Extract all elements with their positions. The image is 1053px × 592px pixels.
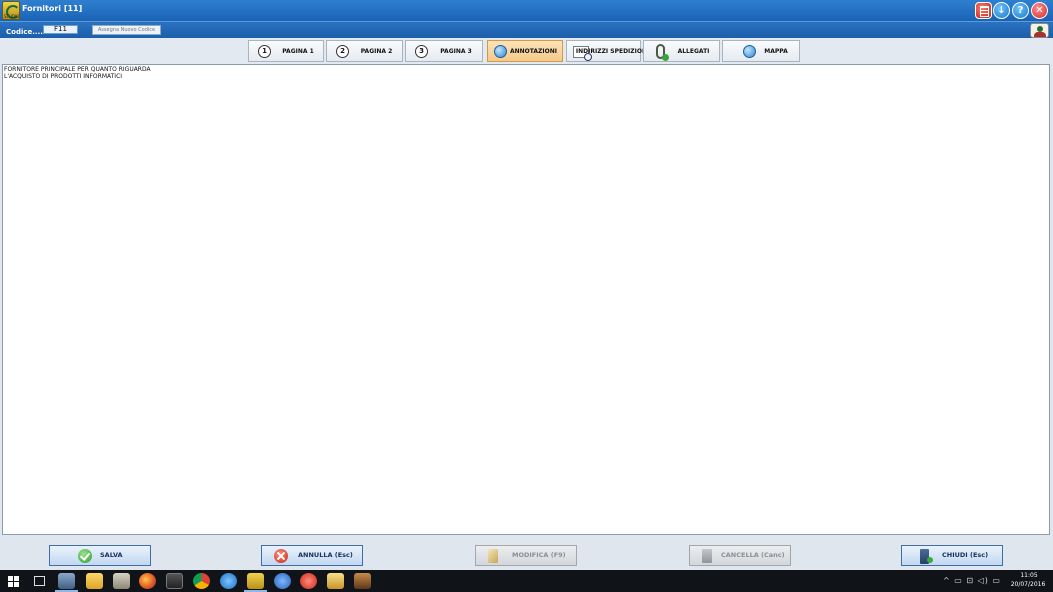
- file-manager-icon[interactable]: [113, 573, 130, 589]
- code-field[interactable]: F11: [43, 25, 78, 34]
- edit-icon: [488, 549, 498, 563]
- game-app-icon[interactable]: [354, 573, 371, 589]
- number-3-icon: 3: [415, 45, 428, 58]
- notes-textarea[interactable]: FORNITORE PRINCIPALE PER QUANTO RIGUARDA…: [2, 64, 1050, 535]
- folder-icon[interactable]: [86, 573, 103, 589]
- os-taskbar: ^ ▭ ⊡ ◁) ▭ 11:05 20/07/2016: [0, 570, 1053, 592]
- action-bar: SALVA ANNULLA (Esc) MODIFICA (F9) CANCEL…: [0, 536, 1053, 570]
- save-button[interactable]: SALVA: [49, 545, 151, 566]
- app-logo-icon: STUDIO: [2, 1, 20, 20]
- cancel-button[interactable]: ANNULLA (Esc): [261, 545, 363, 566]
- record-app-icon[interactable]: [300, 573, 317, 589]
- tab-indirizzi-spedizione[interactable]: INDIRIZZI SPEDIZIONE: [566, 40, 651, 62]
- code-bar: Codice......... F11 Assegna Nuovo Codice: [0, 21, 1053, 38]
- assign-new-code-button[interactable]: Assegna Nuovo Codice: [92, 25, 161, 35]
- trash-icon: [702, 549, 712, 563]
- help-icon[interactable]: ?: [1012, 2, 1029, 19]
- attachment-icon: [656, 44, 669, 61]
- internet-explorer-icon[interactable]: [220, 573, 237, 589]
- close-button[interactable]: CHIUDI (Esc): [901, 545, 1003, 566]
- tab-pagina-3[interactable]: 3 PAGINA 3: [405, 40, 483, 62]
- delete-button[interactable]: CANCELLA (Canc): [689, 545, 791, 566]
- globe-map-icon: [743, 45, 756, 58]
- terminal-icon[interactable]: [166, 573, 183, 589]
- tab-annotazioni[interactable]: ANNOTAZIONI: [487, 40, 563, 62]
- window-title: Fornitori [11]: [22, 4, 83, 13]
- help-app-icon[interactable]: [274, 573, 291, 589]
- number-1-icon: 1: [258, 45, 271, 58]
- user-icon[interactable]: [1030, 23, 1049, 38]
- tab-pagina-2[interactable]: 2 PAGINA 2: [326, 40, 403, 62]
- tab-allegati[interactable]: ALLEGATI: [643, 40, 720, 62]
- tab-pagina-1[interactable]: 1 PAGINA 1: [248, 40, 324, 62]
- note-line: L'ACQUISTO DI PRODOTTI INFORMATICI: [4, 73, 123, 80]
- edit-button[interactable]: MODIFICA (F9): [475, 545, 577, 566]
- check-icon: [78, 549, 92, 563]
- app-icon[interactable]: [55, 573, 78, 592]
- firefox-icon[interactable]: [139, 573, 156, 589]
- chrome-icon[interactable]: [193, 573, 210, 589]
- globe-icon: [494, 45, 507, 58]
- app-studio-icon[interactable]: [244, 573, 267, 592]
- number-2-icon: 2: [336, 45, 349, 58]
- clock-date: 20/07/2016: [1010, 581, 1046, 588]
- close-icon[interactable]: ✕: [1031, 2, 1048, 19]
- media-app-icon[interactable]: [327, 573, 344, 589]
- tab-bar: 1 PAGINA 1 2 PAGINA 2 3 PAGINA 3 ANNOTAZ…: [0, 38, 1053, 64]
- clock-time: 11:05: [1020, 572, 1038, 579]
- tab-mappa[interactable]: MAPPA: [722, 40, 800, 62]
- calculator-icon[interactable]: [975, 2, 992, 19]
- system-tray-icons[interactable]: ^ ▭ ⊡ ◁) ▭: [943, 576, 1001, 585]
- task-view-icon[interactable]: [34, 576, 45, 586]
- download-icon[interactable]: ↓: [993, 2, 1010, 19]
- title-bar: STUDIO Fornitori [11] ↓ ? ✕: [0, 0, 1053, 21]
- windows-start-icon[interactable]: [8, 576, 19, 587]
- cancel-icon: [274, 549, 288, 563]
- note-line: FORNITORE PRINCIPALE PER QUANTO RIGUARDA: [4, 66, 151, 73]
- exit-door-icon: [920, 549, 933, 564]
